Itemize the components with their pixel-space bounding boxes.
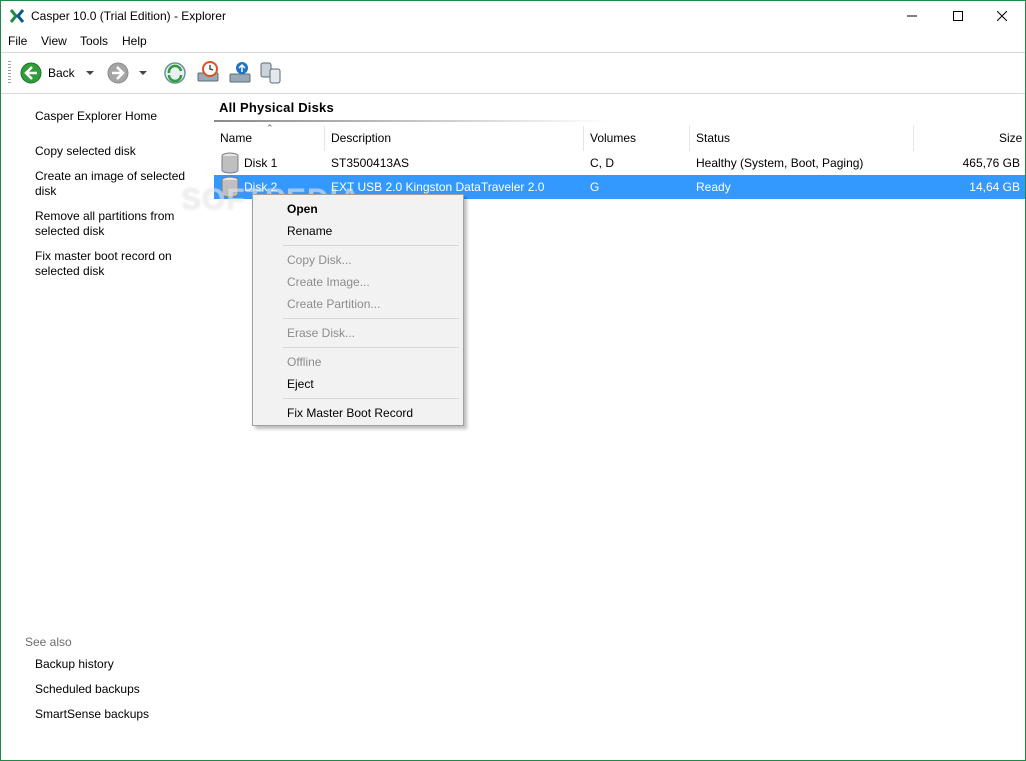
context-menu: Open Rename Copy Disk... Create Image...… [252, 194, 464, 426]
column-header-size[interactable]: Size [999, 131, 1022, 145]
maximize-button[interactable] [935, 1, 981, 31]
see-also-smartsense-backups[interactable]: SmartSense backups [35, 707, 195, 722]
scheduled-backup-icon[interactable] [195, 60, 221, 86]
table-row[interactable]: Disk 1 ST3500413AS C, D Healthy (System,… [214, 151, 1025, 175]
see-also-backup-history[interactable]: Backup history [35, 657, 195, 672]
disk-status: Healthy (System, Boot, Paging) [696, 156, 864, 170]
close-button[interactable] [979, 1, 1025, 31]
see-also-scheduled-backups[interactable]: Scheduled backups [35, 682, 195, 697]
ctx-rename[interactable]: Rename [287, 224, 332, 238]
menu-file[interactable]: File [8, 34, 27, 48]
ctx-erase-disk[interactable]: Erase Disk... [287, 326, 355, 340]
task-create-image[interactable]: Create an image of selected disk [35, 169, 195, 199]
menu-tools[interactable]: Tools [80, 34, 108, 48]
column-divider[interactable] [689, 126, 690, 151]
toolbar-grip[interactable] [8, 61, 11, 85]
column-header-volumes[interactable]: Volumes [590, 131, 636, 145]
ctx-offline[interactable]: Offline [287, 355, 321, 369]
disk-volumes: C, D [590, 156, 614, 170]
column-divider[interactable] [583, 126, 584, 151]
minimize-icon [907, 15, 917, 17]
ctx-fix-mbr[interactable]: Fix Master Boot Record [287, 406, 413, 420]
hard-disk-icon [221, 176, 239, 198]
menu-view[interactable]: View [41, 34, 67, 48]
disk-description: ST3500413AS [331, 156, 410, 170]
close-icon [997, 11, 1007, 21]
disk-description: EXT USB 2.0 Kingston DataTraveler 2.0 [331, 180, 545, 194]
forward-dropdown-icon[interactable] [139, 71, 147, 75]
ctx-eject[interactable]: Eject [287, 377, 314, 391]
menu-separator [283, 318, 459, 319]
maximize-icon [953, 11, 963, 21]
toolbar: Back [1, 53, 1025, 93]
menu-separator [283, 347, 459, 348]
column-header-name[interactable]: Name [220, 131, 252, 145]
menu-help[interactable]: Help [122, 34, 147, 48]
disk-name: Disk 1 [244, 156, 278, 170]
disk-name: Disk 2 [244, 180, 278, 194]
column-header-description[interactable]: Description [331, 131, 391, 145]
casper-logo-icon [9, 9, 25, 23]
back-dropdown-icon[interactable] [86, 71, 94, 75]
task-copy-disk[interactable]: Copy selected disk [35, 144, 195, 159]
back-arrow-icon[interactable] [20, 62, 42, 84]
back-button-label[interactable]: Back [48, 66, 75, 80]
column-header-status[interactable]: Status [696, 131, 730, 145]
sort-ascending-icon: ⌃ [266, 123, 274, 133]
ctx-copy-disk[interactable]: Copy Disk... [287, 253, 352, 267]
ctx-create-partition[interactable]: Create Partition... [287, 297, 380, 311]
menu-bar: File View Tools Help [1, 32, 1025, 52]
smartsense-icon[interactable] [227, 60, 253, 86]
task-explorer-home[interactable]: Casper Explorer Home [35, 109, 195, 124]
hard-disk-icon [221, 152, 239, 174]
column-divider[interactable] [324, 126, 325, 151]
minimize-button[interactable] [889, 1, 935, 31]
task-pane: Casper Explorer Home Copy selected disk … [1, 94, 211, 760]
disk-size: 14,64 GB [969, 180, 1020, 194]
app-window: Casper 10.0 (Trial Edition) - Explorer F… [0, 0, 1026, 761]
disk-volumes: G [590, 180, 600, 194]
title-bar: Casper 10.0 (Trial Edition) - Explorer [1, 1, 1025, 31]
refresh-disk-icon[interactable] [162, 60, 188, 86]
disk-size: 465,76 GB [962, 156, 1020, 170]
copy-disk-icon[interactable] [258, 60, 284, 86]
menu-separator [283, 245, 459, 246]
task-fix-mbr[interactable]: Fix master boot record on selected disk [35, 249, 195, 279]
forward-arrow-icon[interactable] [107, 62, 129, 84]
disk-status: Ready [696, 180, 731, 194]
see-also-title: See also [25, 635, 72, 649]
page-title: All Physical Disks [219, 100, 334, 115]
title-underline [214, 120, 609, 122]
column-divider[interactable] [913, 126, 914, 151]
menu-separator [283, 398, 459, 399]
ctx-create-image[interactable]: Create Image... [287, 275, 370, 289]
window-title: Casper 10.0 (Trial Edition) - Explorer [31, 9, 226, 23]
ctx-open[interactable]: Open [287, 202, 318, 216]
task-remove-partitions[interactable]: Remove all partitions from selected disk [35, 209, 195, 239]
